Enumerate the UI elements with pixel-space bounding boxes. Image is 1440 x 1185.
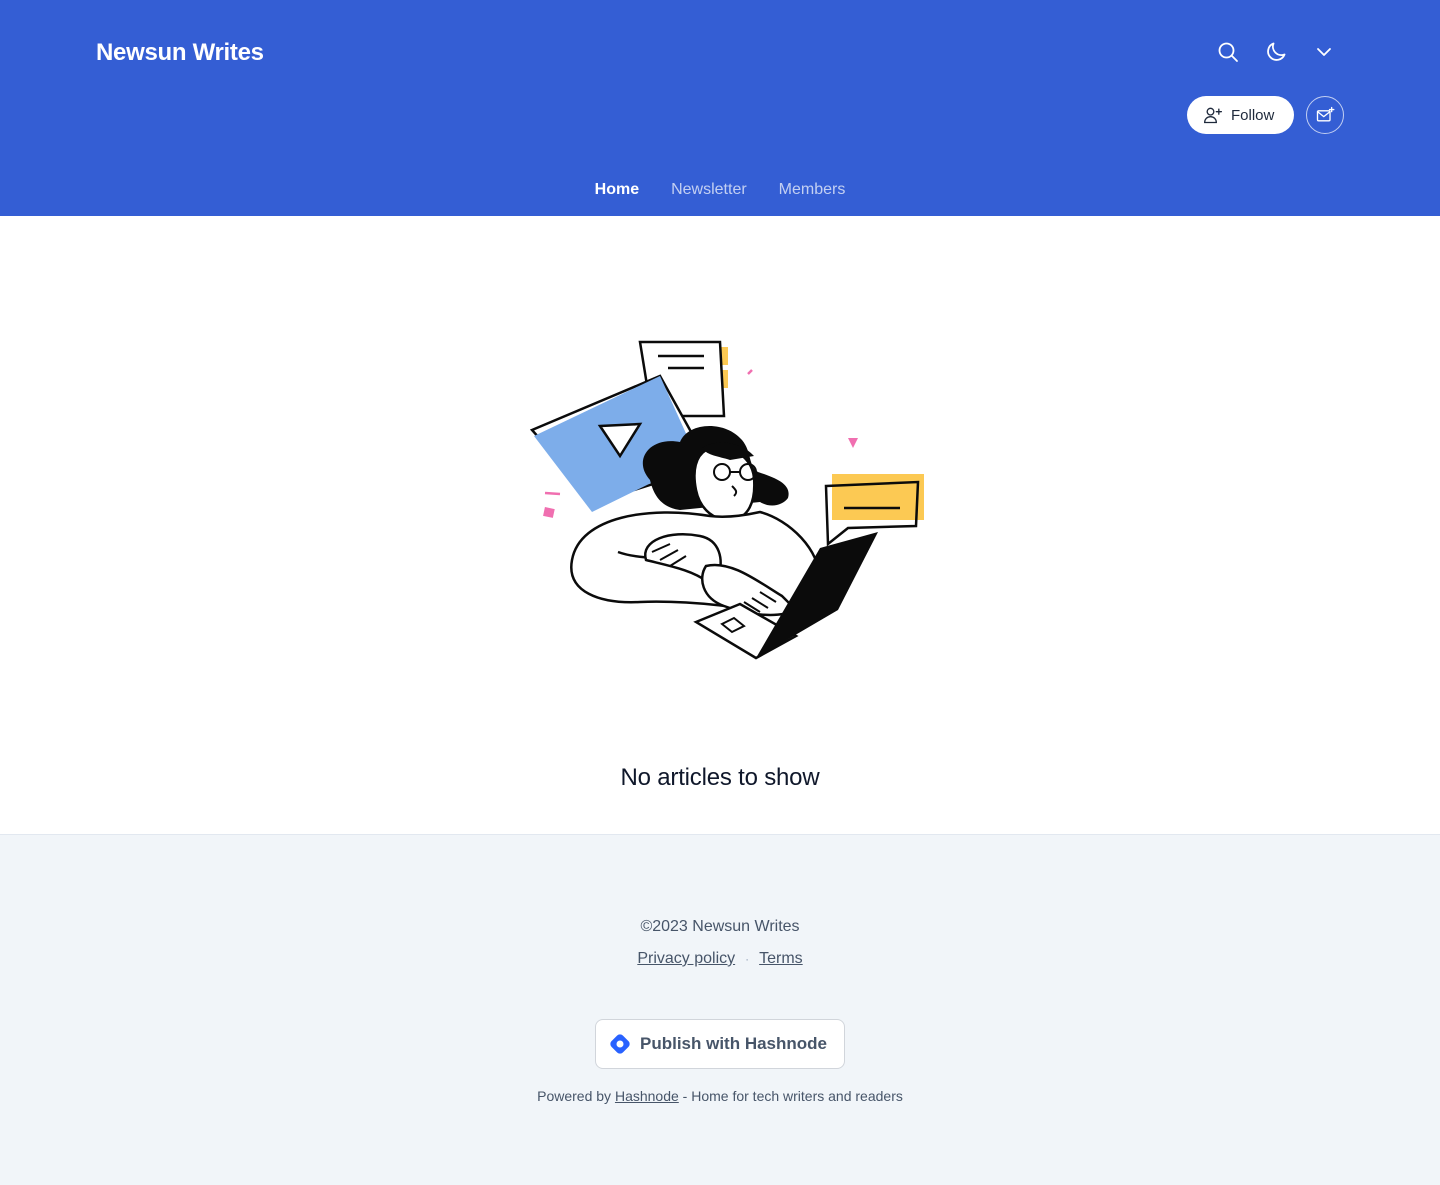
newsletter-subscribe-button[interactable] <box>1306 96 1344 134</box>
mail-plus-icon <box>1316 106 1335 122</box>
hashnode-logo-icon <box>610 1034 630 1054</box>
publish-label: Publish with Hashnode <box>640 1034 828 1053</box>
link-separator: · <box>745 952 750 966</box>
privacy-policy-link[interactable]: Privacy policy <box>637 949 735 969</box>
search-button[interactable] <box>1208 32 1248 72</box>
more-menu-button[interactable] <box>1304 32 1344 72</box>
powered-by-text: Powered by Hashnode - Home for tech writ… <box>0 1086 1440 1106</box>
terms-link[interactable]: Terms <box>759 949 803 969</box>
tab-members[interactable]: Members <box>779 168 846 216</box>
blog-nav: Home Newsletter Members <box>0 168 1440 216</box>
moon-icon <box>1267 42 1286 61</box>
footer-links: Privacy policy · Terms <box>0 949 1440 969</box>
follow-button[interactable]: Follow <box>1187 96 1294 134</box>
publish-with-hashnode-button[interactable]: Publish with Hashnode <box>595 1019 845 1069</box>
user-plus-icon <box>1203 107 1222 124</box>
follow-label: Follow <box>1231 106 1275 124</box>
tab-newsletter[interactable]: Newsletter <box>671 168 747 216</box>
theme-toggle-button[interactable] <box>1256 32 1296 72</box>
chevron-down-icon <box>1317 48 1331 56</box>
tab-home[interactable]: Home <box>595 168 639 216</box>
powered-prefix: Powered by <box>537 1088 612 1104</box>
blog-header: Newsun Writes Follow Home Newsletter Mem… <box>0 0 1440 216</box>
blog-title-link[interactable]: Newsun Writes <box>96 36 264 70</box>
empty-state-illustration <box>529 340 924 660</box>
empty-state-message: No articles to show <box>620 764 820 791</box>
search-icon <box>1218 42 1238 62</box>
powered-suffix: - Home for tech writers and readers <box>682 1088 903 1104</box>
hashnode-link[interactable]: Hashnode <box>615 1088 679 1104</box>
copyright-text: ©2023 Newsun Writes <box>640 918 800 935</box>
blog-footer: ©2023 Newsun Writes Privacy policy · Ter… <box>0 834 1440 1185</box>
